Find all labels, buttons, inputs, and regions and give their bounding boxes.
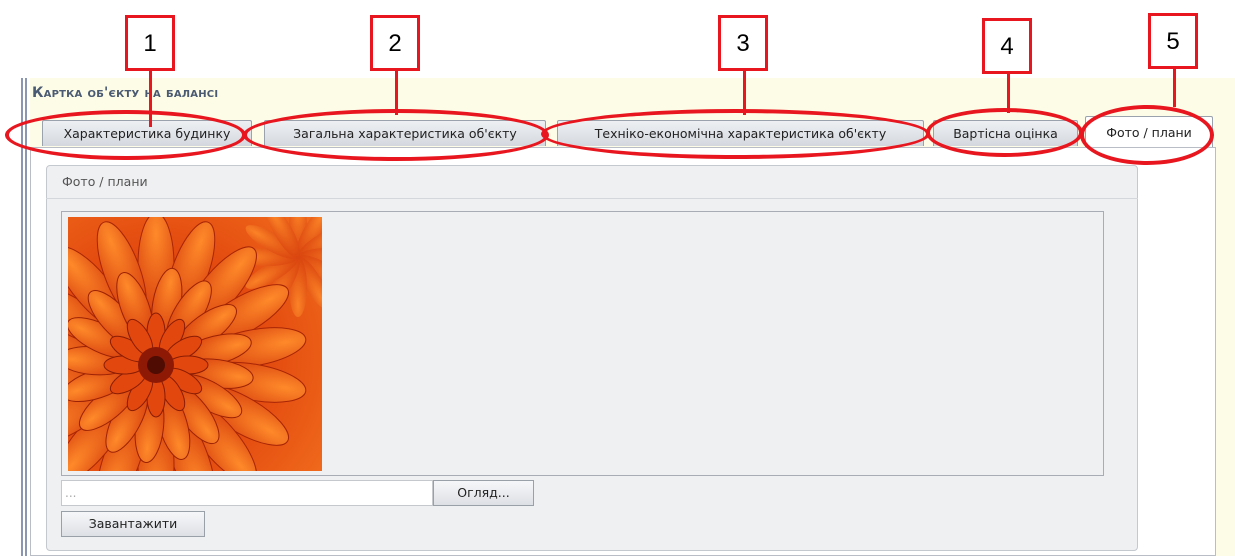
window-left-border-inner bbox=[25, 78, 27, 556]
callout-marker-1: 1 bbox=[125, 15, 175, 71]
callout-line-1 bbox=[149, 67, 152, 127]
tab-technical-economic-characteristics[interactable]: Техніко-економічна характеристика об'єкт… bbox=[557, 120, 924, 146]
callout-line-2 bbox=[395, 67, 398, 115]
flower-image bbox=[68, 217, 322, 471]
tab-photo-plans[interactable]: Фото / плани bbox=[1085, 116, 1213, 148]
callout-line-4 bbox=[1007, 73, 1010, 113]
browse-button[interactable]: Огляд... bbox=[433, 480, 534, 506]
tab-strip: Характеристика будинку Загальна характер… bbox=[30, 116, 1235, 148]
upload-button[interactable]: Завантажити bbox=[61, 511, 205, 537]
callout-marker-4: 4 bbox=[982, 18, 1032, 74]
callout-marker-3: 3 bbox=[718, 15, 768, 71]
group-title: Фото / плани bbox=[46, 165, 1138, 199]
photo-thumbnail[interactable] bbox=[68, 217, 322, 471]
tab-cost-evaluation[interactable]: Вартісна оцінка bbox=[933, 120, 1078, 146]
callout-marker-2: 2 bbox=[370, 15, 420, 71]
callout-marker-5: 5 bbox=[1148, 13, 1198, 69]
callout-line-5 bbox=[1173, 67, 1176, 107]
tab-general-characteristics[interactable]: Загальна характеристика об'єкту bbox=[264, 120, 546, 146]
page-title: Картка об'єкту на балансі bbox=[32, 85, 219, 101]
callout-line-3 bbox=[743, 67, 746, 115]
file-path-input[interactable]: ... bbox=[61, 480, 433, 506]
window-left-border bbox=[21, 78, 23, 556]
tab-building-characteristics[interactable]: Характеристика будинку bbox=[42, 120, 252, 146]
